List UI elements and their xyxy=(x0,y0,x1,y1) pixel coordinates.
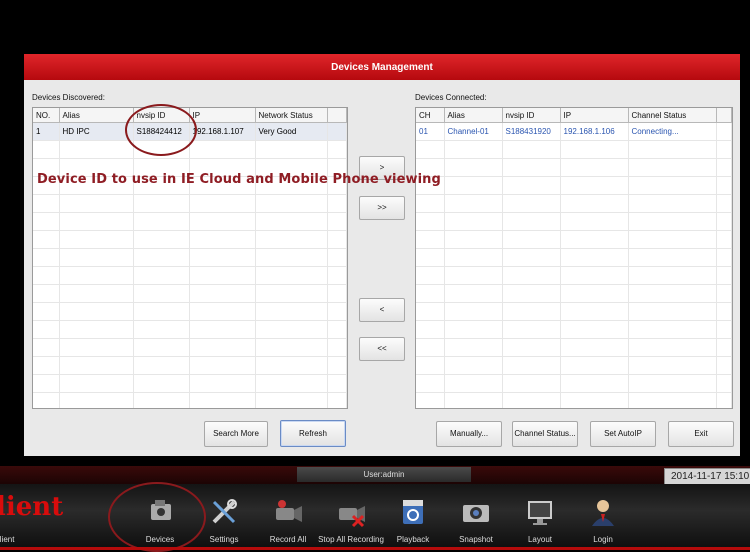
devices-button[interactable] xyxy=(128,496,194,528)
table-row[interactable] xyxy=(416,266,732,285)
table-row[interactable] xyxy=(416,176,732,195)
annotation-text: Device ID to use in IE Cloud and Mobile … xyxy=(37,172,441,187)
table-row[interactable] xyxy=(416,212,732,231)
monitor-icon xyxy=(524,496,556,528)
table-row[interactable] xyxy=(33,356,347,375)
stop-recording-icon xyxy=(335,496,367,528)
annotation-circle xyxy=(125,104,197,156)
playback-button[interactable] xyxy=(380,496,446,528)
playback-icon xyxy=(397,496,429,528)
set-autoip-button[interactable]: Set AutoIP xyxy=(590,421,656,447)
col-no[interactable]: NO. xyxy=(33,108,60,123)
table-row[interactable] xyxy=(33,212,347,231)
connected-devices-table[interactable]: CH Alias nvsip ID IP Channel Status 01 C… xyxy=(415,107,733,409)
cell-no: 1 xyxy=(33,122,60,141)
table-row[interactable] xyxy=(33,374,347,393)
table-row[interactable] xyxy=(33,248,347,267)
cell-alias: Channel-01 xyxy=(444,122,503,141)
table-row[interactable] xyxy=(416,392,732,408)
col-ch[interactable]: CH xyxy=(416,108,445,123)
table-row[interactable] xyxy=(416,356,732,375)
tools-icon xyxy=(208,496,240,528)
table-row[interactable] xyxy=(416,194,732,213)
stop-all-recording-button[interactable] xyxy=(318,496,384,528)
camera-icon xyxy=(460,496,492,528)
table-row[interactable] xyxy=(33,302,347,321)
table-row[interactable] xyxy=(416,230,732,249)
cell-ip: 192.168.1.106 xyxy=(560,122,629,141)
cell-ch: 01 xyxy=(416,122,445,141)
devices-connected-label: Devices Connected: xyxy=(415,93,487,102)
channel-status-button[interactable]: Channel Status... xyxy=(512,421,578,447)
cell-alias: HD IPC xyxy=(59,122,134,141)
devices-discovered-label: Devices Discovered: xyxy=(32,93,105,102)
cell-nvsip-id: S188431920 xyxy=(502,122,561,141)
table-row[interactable] xyxy=(33,194,347,213)
col-ip[interactable]: IP xyxy=(560,108,629,123)
devices-icon xyxy=(145,496,177,528)
dialog-title: Devices Management xyxy=(24,54,740,80)
user-status: User:admin xyxy=(297,467,471,482)
cell-ip: 192.168.1.107 xyxy=(189,122,256,141)
cell-channel-status: Connecting... xyxy=(628,122,717,141)
manually-button[interactable]: Manually... xyxy=(436,421,502,447)
table-row[interactable] xyxy=(33,284,347,303)
table-row[interactable] xyxy=(33,320,347,339)
snapshot-button[interactable] xyxy=(443,496,509,528)
table-row[interactable] xyxy=(416,302,732,321)
refresh-button[interactable]: Refresh xyxy=(280,420,346,447)
remove-device-button[interactable]: < xyxy=(359,298,405,322)
discovered-devices-table[interactable]: NO. Alias nvsip ID IP Network Status 1 H… xyxy=(32,107,348,409)
col-alias[interactable]: Alias xyxy=(59,108,134,123)
table-row[interactable]: 01 Channel-01 S188431920 192.168.1.106 C… xyxy=(416,122,732,141)
cell-network-status: Very Good xyxy=(255,122,328,141)
table-row[interactable] xyxy=(33,230,347,249)
login-label: Login xyxy=(593,535,613,544)
col-alias[interactable]: Alias xyxy=(444,108,503,123)
exit-button[interactable]: Exit xyxy=(668,421,734,447)
add-all-devices-button[interactable]: >> xyxy=(359,196,405,220)
login-button[interactable] xyxy=(570,496,636,528)
table-row[interactable] xyxy=(33,392,347,408)
brand-label: Client xyxy=(0,535,15,544)
table-row[interactable] xyxy=(33,338,347,357)
table-row[interactable] xyxy=(416,320,732,339)
search-more-button[interactable]: Search More xyxy=(204,421,268,447)
table-row[interactable] xyxy=(416,158,732,177)
col-nvsip-id[interactable]: nvsip ID xyxy=(502,108,561,123)
col-channel-status[interactable]: Channel Status xyxy=(628,108,717,123)
table-row[interactable] xyxy=(416,338,732,357)
connected-header-row: CH Alias nvsip ID IP Channel Status xyxy=(416,108,732,123)
col-network-status[interactable]: Network Status xyxy=(255,108,328,123)
col-ip[interactable]: IP xyxy=(189,108,256,123)
table-row[interactable] xyxy=(33,266,347,285)
settings-button[interactable] xyxy=(191,496,257,528)
table-row[interactable] xyxy=(416,374,732,393)
table-row[interactable] xyxy=(416,248,732,267)
record-all-button[interactable] xyxy=(255,496,321,528)
brand-logo: lient xyxy=(0,492,64,522)
remove-all-devices-button[interactable]: << xyxy=(359,337,405,361)
layout-button[interactable] xyxy=(507,496,573,528)
table-row[interactable] xyxy=(416,284,732,303)
record-camera-icon xyxy=(272,496,304,528)
user-icon xyxy=(587,496,619,528)
table-row[interactable] xyxy=(416,140,732,159)
